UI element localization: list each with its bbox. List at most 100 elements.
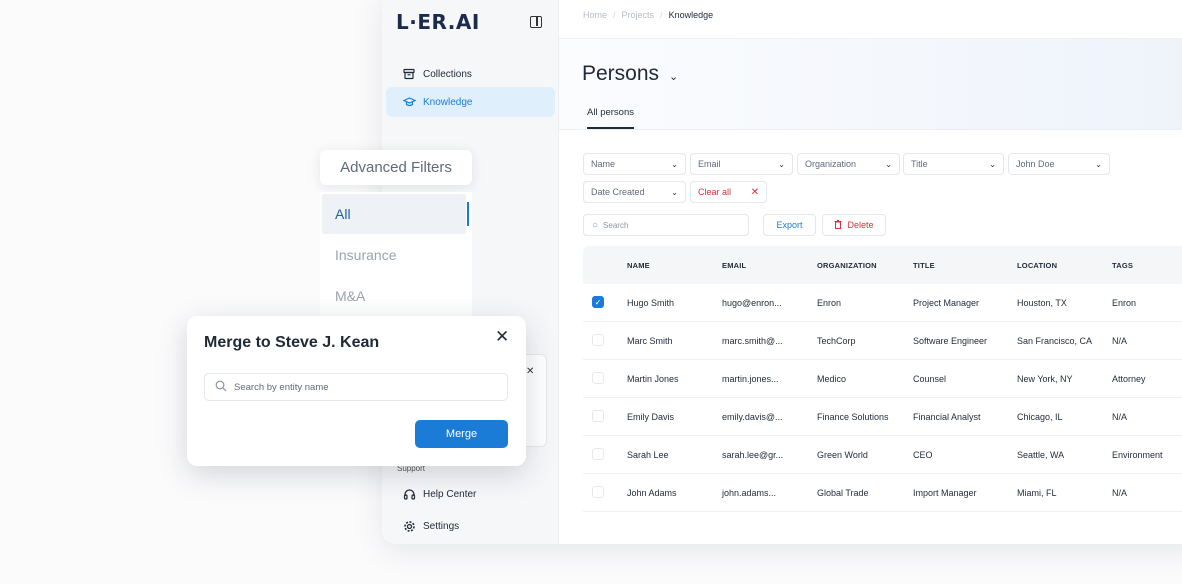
delete-button[interactable]: Delete xyxy=(822,214,886,236)
sidebar-item-label: Collections xyxy=(423,68,472,80)
chevron-down-icon: ⌄ xyxy=(1095,159,1102,169)
table-search-input[interactable]: ○ Search xyxy=(583,214,749,236)
cell-tags: Environment xyxy=(1112,450,1163,460)
cell-organization: Enron xyxy=(817,298,842,308)
cell-location: New York, NY xyxy=(1017,374,1073,384)
row-checkbox[interactable]: ✓ xyxy=(592,296,604,308)
row-checkbox[interactable] xyxy=(592,448,604,460)
filter-label: Title xyxy=(911,159,928,169)
advanced-filters-list: All Insurance M&A xyxy=(320,192,472,322)
sidebar-item-settings[interactable]: Settings xyxy=(386,511,555,541)
collapse-sidebar-icon[interactable] xyxy=(530,16,542,28)
cell-tags: N/A xyxy=(1112,488,1128,498)
search-icon: ○ xyxy=(592,219,599,231)
filter-label: Organization xyxy=(805,159,857,169)
sidebar-item-knowledge[interactable]: Knowledge xyxy=(386,87,555,117)
sidebar-item-label: Knowledge xyxy=(423,96,473,108)
cell-title: CEO xyxy=(913,450,933,460)
filter-name[interactable]: Name ⌄ xyxy=(583,153,686,175)
sidebar-item-label: Settings xyxy=(423,520,460,532)
cell-location: San Francisco, CA xyxy=(1017,336,1093,346)
filter-email[interactable]: Email ⌄ xyxy=(690,153,793,175)
advanced-filter-insurance[interactable]: Insurance xyxy=(322,235,466,275)
advanced-filters-title: Advanced Filters xyxy=(320,150,472,185)
cell-email: marc.smith@... xyxy=(722,336,783,346)
column-header-email[interactable]: EMAIL xyxy=(722,261,746,270)
row-checkbox[interactable] xyxy=(592,334,604,346)
gear-icon xyxy=(402,519,416,533)
table-row[interactable]: Martin Jones martin.jones... Medico Coun… xyxy=(583,360,1182,398)
sidebar-item-collections[interactable]: Collections xyxy=(386,59,555,89)
main-content: Home / Projects / Knowledge Persons ⌄ All pe… xyxy=(559,0,1182,544)
cell-organization: TechCorp xyxy=(817,336,856,346)
headset-icon xyxy=(402,487,416,501)
clear-all-label: Clear all xyxy=(698,187,732,197)
cell-organization: Finance Solutions xyxy=(817,412,889,422)
column-header-tags[interactable]: TAGS xyxy=(1112,261,1133,270)
sidebar-item-label: Help Center xyxy=(423,488,477,500)
close-icon[interactable]: ✕ xyxy=(495,327,509,347)
filter-label: John Doe xyxy=(1016,159,1055,169)
cell-name: John Adams xyxy=(627,488,677,498)
column-header-organization[interactable]: ORGANIZATION xyxy=(817,261,877,270)
close-icon[interactable]: ✕ xyxy=(526,366,534,377)
cell-tags: Attorney xyxy=(1112,374,1146,384)
close-icon: ✕ xyxy=(750,186,759,198)
row-checkbox[interactable] xyxy=(592,372,604,384)
breadcrumb: Home / Projects / Knowledge xyxy=(583,10,714,20)
column-header-name[interactable]: NAME xyxy=(627,261,650,270)
table-row[interactable]: John Adams john.adams... Global Trade Im… xyxy=(583,474,1182,512)
cell-location: Chicago, IL xyxy=(1017,412,1063,422)
filter-person[interactable]: John Doe ⌄ xyxy=(1008,153,1110,175)
cell-title: Software Engineer xyxy=(913,336,988,346)
tab-all-persons[interactable]: All persons xyxy=(587,107,634,129)
cell-title: Project Manager xyxy=(913,298,980,308)
sidebar-item-help-center[interactable]: Help Center xyxy=(386,479,555,509)
persons-table: NAME EMAIL ORGANIZATION TITLE LOCATION T… xyxy=(583,246,1182,512)
breadcrumb-projects[interactable]: Projects xyxy=(622,10,655,20)
chevron-down-icon: ⌄ xyxy=(989,159,996,169)
cell-name: Hugo Smith xyxy=(627,298,675,308)
cell-tags: N/A xyxy=(1112,412,1128,422)
cell-email: martin.jones... xyxy=(722,374,779,384)
cell-name: Marc Smith xyxy=(627,336,673,346)
export-button[interactable]: Export xyxy=(763,214,816,236)
advanced-filter-all[interactable]: All xyxy=(322,194,469,234)
table-row[interactable]: Marc Smith marc.smith@... TechCorp Softw… xyxy=(583,322,1182,360)
archive-icon xyxy=(402,67,416,81)
table-row[interactable]: Emily Davis emily.davis@... Finance Solu… xyxy=(583,398,1182,436)
row-checkbox[interactable] xyxy=(592,486,604,498)
column-header-title[interactable]: TITLE xyxy=(913,261,935,270)
table-row[interactable]: ✓ Hugo Smith hugo@enron... Enron Project… xyxy=(583,284,1182,322)
cell-organization: Green World xyxy=(817,450,868,460)
row-checkbox[interactable] xyxy=(592,410,604,422)
search-placeholder: Search xyxy=(603,220,629,230)
merge-dialog: Merge to Steve J. Kean ✕ Search by entit… xyxy=(187,316,526,466)
filter-date-created[interactable]: Date Created ⌄ xyxy=(583,181,686,203)
graduation-cap-icon xyxy=(402,95,416,109)
filter-label: Name xyxy=(591,159,616,169)
chevron-down-icon: ⌄ xyxy=(885,159,892,169)
filter-organization[interactable]: Organization ⌄ xyxy=(797,153,900,175)
cell-name: Sarah Lee xyxy=(627,450,669,460)
clear-all-button[interactable]: Clear all ✕ xyxy=(690,181,767,203)
merge-button[interactable]: Merge xyxy=(415,420,508,448)
cell-name: Martin Jones xyxy=(627,374,679,384)
chevron-down-icon[interactable]: ⌄ xyxy=(669,70,678,83)
page-title[interactable]: Persons xyxy=(582,62,659,86)
filter-title[interactable]: Title ⌄ xyxy=(903,153,1004,175)
app-logo: L·ER.AI xyxy=(396,10,480,34)
table-header: NAME EMAIL ORGANIZATION TITLE LOCATION T… xyxy=(583,246,1182,284)
cell-email: hugo@enron... xyxy=(722,298,782,308)
dialog-title: Merge to Steve J. Kean xyxy=(204,334,380,351)
advanced-filter-ma[interactable]: M&A xyxy=(322,276,466,316)
cell-email: sarah.lee@gr... xyxy=(722,450,784,460)
chevron-down-icon: ⌄ xyxy=(778,159,785,169)
cell-tags: N/A xyxy=(1112,336,1128,346)
table-row[interactable]: Sarah Lee sarah.lee@gr... Green World CE… xyxy=(583,436,1182,474)
cell-email: john.adams... xyxy=(722,488,777,498)
entity-search-input[interactable]: Search by entity name xyxy=(204,373,508,401)
column-header-location[interactable]: LOCATION xyxy=(1017,261,1057,270)
breadcrumb-home[interactable]: Home xyxy=(583,10,607,20)
filter-label: Date Created xyxy=(591,187,645,197)
